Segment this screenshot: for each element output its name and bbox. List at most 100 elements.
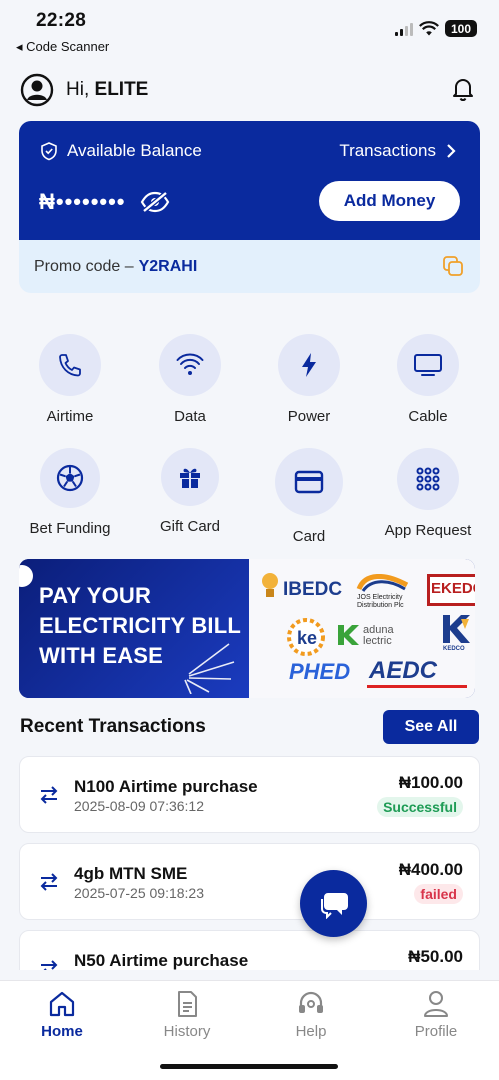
chat-support-button[interactable]: [300, 870, 367, 937]
credit-card-icon: [294, 470, 324, 494]
service-power[interactable]: Power: [249, 334, 369, 425]
service-card[interactable]: Card: [249, 448, 369, 545]
service-app-request[interactable]: App Request: [368, 448, 488, 539]
grid-icon: [416, 467, 440, 491]
service-label: Airtime: [46, 408, 94, 425]
promo-label: Promo code –: [34, 257, 134, 275]
kaduna-logo-mark: [338, 625, 359, 645]
bulb-logo: [262, 573, 278, 597]
service-label: Data: [174, 408, 206, 425]
transaction-row[interactable]: N50 Airtime purchase ₦50.00: [19, 930, 480, 970]
available-balance-label: Available Balance: [67, 141, 202, 160]
recent-transactions-title: Recent Transactions: [20, 716, 206, 737]
kedco-logo-mark: [443, 615, 470, 643]
wifi-status-icon: [419, 20, 439, 35]
user-avatar-icon[interactable]: [20, 73, 54, 107]
transactions-link-label: Transactions: [339, 141, 436, 160]
service-gift-card[interactable]: Gift Card: [130, 448, 250, 535]
transaction-amount: ₦100.00: [398, 773, 463, 792]
transaction-row[interactable]: N100 Airtime purchase 2025-08-09 07:36:1…: [19, 756, 480, 833]
status-icons: 100: [395, 20, 477, 37]
balance-card: Available Balance Transactions ₦••••••••…: [19, 121, 480, 293]
copy-icon[interactable]: [442, 255, 464, 277]
service-label: Gift Card: [159, 518, 220, 535]
nav-label: Profile: [414, 1023, 458, 1040]
nav-help[interactable]: Help: [261, 989, 361, 1040]
person-icon: [424, 991, 448, 1017]
service-data[interactable]: Data: [130, 334, 250, 425]
soccer-ball-icon: [56, 464, 84, 492]
available-balance-row: Available Balance: [39, 141, 202, 161]
transaction-amount: ₦50.00: [408, 947, 463, 966]
nav-label: Home: [41, 1023, 83, 1040]
cellular-signal-icon: [395, 22, 413, 36]
chevron-right-icon: [447, 144, 456, 158]
service-airtime[interactable]: Airtime: [10, 334, 130, 425]
greeting-text: Hi,: [66, 79, 90, 100]
gift-icon: [180, 468, 200, 488]
transaction-title: N100 Airtime purchase: [74, 777, 258, 796]
jos-logo-mark: [356, 574, 409, 592]
aedc-underline: [367, 685, 467, 688]
service-label: App Request: [384, 522, 472, 539]
wifi-icon: [176, 353, 204, 375]
shield-check-icon: [41, 142, 57, 161]
see-all-button[interactable]: See All: [383, 710, 479, 744]
jos-logo-text: JOS Electricity Distribution Plc: [357, 594, 404, 609]
ekedc-logo-text: EKEDC: [431, 580, 475, 597]
transaction-row[interactable]: 4gb MTN SME 2025-07-25 09:18:23 ₦400.00 …: [19, 843, 480, 920]
electricity-promo-banner[interactable]: PAY YOUR ELECTRICITY BILL WITH EASE IBED…: [19, 559, 475, 698]
service-bet-funding[interactable]: Bet Funding: [10, 448, 130, 537]
disco-logos-panel: IBEDC JOS Electricity Distribution Plc E…: [249, 559, 475, 698]
transaction-date: 2025-08-09 07:36:12: [74, 798, 204, 814]
home-indicator: [160, 1064, 338, 1069]
header: Hi, ELITE: [20, 70, 479, 110]
nav-home[interactable]: Home: [12, 989, 112, 1040]
kedco-logo-text: KEDCO: [443, 646, 465, 652]
status-badge: failed: [414, 884, 463, 904]
nav-history[interactable]: History: [137, 989, 237, 1040]
service-label: Card: [292, 528, 326, 545]
lightning-icon: [302, 353, 316, 377]
transaction-title: N50 Airtime purchase: [74, 951, 249, 970]
status-time: 22:28: [36, 10, 87, 31]
service-cable[interactable]: Cable: [368, 334, 488, 425]
swap-arrows-icon: [40, 873, 58, 891]
recent-transactions-header: Recent Transactions See All: [20, 710, 479, 744]
back-to-app-link[interactable]: ◂ Code Scanner: [16, 39, 109, 55]
home-icon: [49, 991, 75, 1017]
banner-line-1: PAY YOUR: [39, 583, 152, 608]
eye-slash-icon[interactable]: [140, 190, 170, 214]
transaction-title: 4gb MTN SME: [74, 864, 188, 883]
chat-bubbles-icon: [320, 892, 348, 919]
username: ELITE: [94, 79, 149, 100]
transaction-date: 2025-07-25 09:18:23: [74, 885, 204, 901]
service-label: Bet Funding: [29, 520, 111, 537]
headset-icon: [299, 991, 323, 1013]
promo-code: Y2RAHI: [138, 257, 198, 275]
status-bar: 22:28 ◂ Code Scanner 100: [0, 0, 499, 60]
tv-icon: [414, 354, 442, 376]
balance-amount: ₦••••••••: [39, 189, 170, 215]
svg-text:ke: ke: [297, 628, 317, 648]
banner-rays-graphic: [184, 643, 235, 694]
add-money-button[interactable]: Add Money: [319, 181, 460, 221]
swap-arrows-icon: [41, 960, 58, 970]
document-icon: [178, 991, 197, 1017]
ke-logo: ke: [287, 618, 325, 656]
notification-bell-icon[interactable]: [449, 75, 477, 103]
status-badge: Successful: [377, 797, 463, 817]
service-label: Cable: [408, 408, 448, 425]
nav-label: Help: [295, 1023, 327, 1040]
service-label: Power: [287, 408, 331, 425]
aedc-logo: AEDC: [369, 657, 438, 684]
promo-code-row: Promo code – Y2RAHI: [19, 240, 480, 293]
phone-icon: [59, 354, 81, 377]
nav-profile[interactable]: Profile: [386, 989, 486, 1040]
balance-panel: Available Balance Transactions ₦••••••••…: [19, 121, 480, 240]
transactions-list: N100 Airtime purchase 2025-08-09 07:36:1…: [19, 756, 480, 970]
transactions-link[interactable]: Transactions: [339, 141, 456, 161]
swap-arrows-icon: [40, 786, 58, 804]
phed-logo: PHED: [289, 659, 351, 684]
masked-balance: ₦••••••••: [39, 189, 126, 214]
